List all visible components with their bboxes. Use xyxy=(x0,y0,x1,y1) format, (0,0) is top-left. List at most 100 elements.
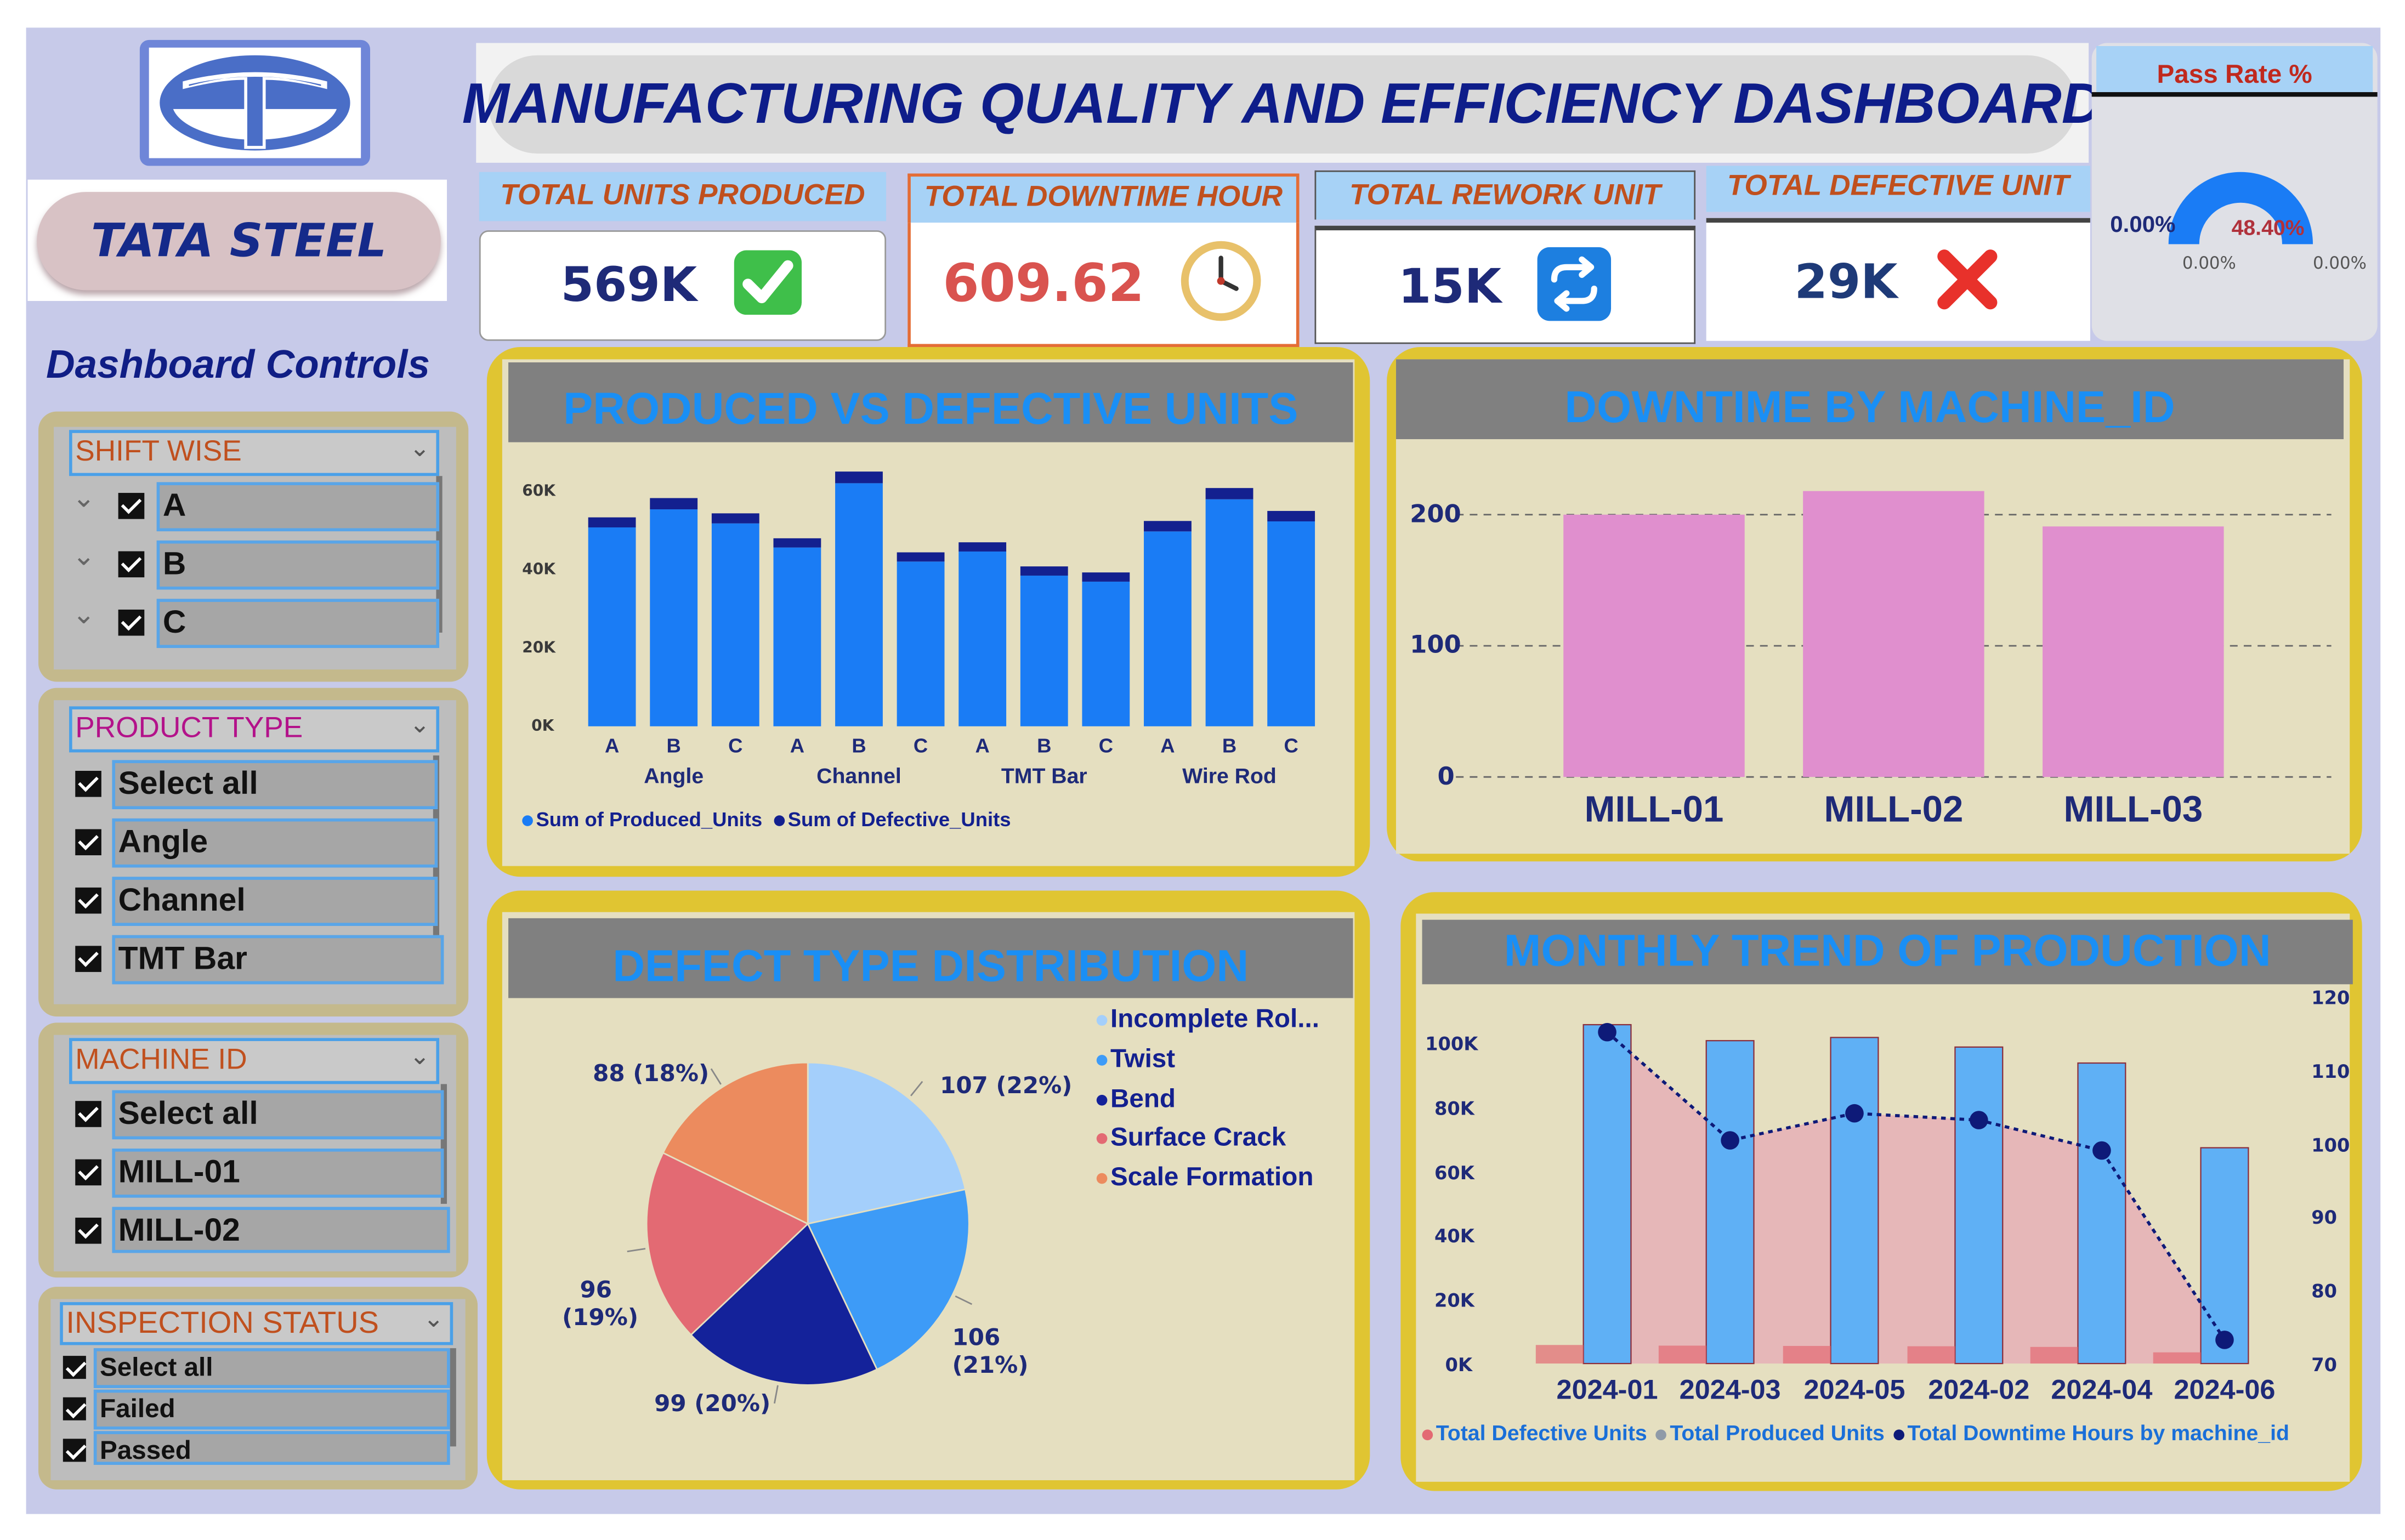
kpi-downtime-card[interactable]: 609.62 xyxy=(907,223,1300,347)
defective-bar xyxy=(711,513,759,524)
checkbox-inspection-all[interactable] xyxy=(63,1356,86,1379)
defective-bar xyxy=(1535,1345,1584,1364)
kpi-units-card[interactable]: 569K xyxy=(479,230,887,341)
inspection-scrollbar[interactable] xyxy=(450,1348,456,1447)
controls-title: Dashboard Controls xyxy=(46,340,430,387)
product-option-channel[interactable]: Channel xyxy=(112,877,438,926)
legend: Total Defective Units Total Produced Uni… xyxy=(1422,1420,2289,1445)
y-left-tick: 40K xyxy=(1434,1225,1474,1247)
product-slicer-header[interactable]: PRODUCT TYPE ⌄ xyxy=(69,706,440,753)
kpi-units-value: 569K xyxy=(560,258,697,314)
y-tick: 0 xyxy=(1437,762,1455,791)
kpi-defective-card[interactable]: 29K xyxy=(1706,218,2090,341)
checkbox-product-angle[interactable] xyxy=(75,829,101,856)
legend-label: Incomplete Rol... xyxy=(1110,1004,1319,1033)
checkbox-machine-mill01[interactable] xyxy=(75,1159,101,1186)
produced-bar xyxy=(1082,581,1130,726)
machine-slicer-header[interactable]: MACHINE ID ⌄ xyxy=(69,1038,440,1084)
y-right-tick: 90 xyxy=(2311,1207,2337,1229)
downtime-bar xyxy=(2043,526,2224,777)
leader-line xyxy=(955,1295,973,1305)
shift-option-a[interactable]: A xyxy=(156,482,440,532)
x-group-label: TMT Bar xyxy=(1001,764,1087,788)
defective-bar xyxy=(897,552,945,562)
x-tick: C xyxy=(1099,734,1113,757)
x-tick: C xyxy=(914,734,928,757)
inspection-option-select-all[interactable]: Select all xyxy=(93,1348,450,1388)
inspection-option-failed[interactable]: Failed xyxy=(93,1389,450,1430)
legend-item: Twist xyxy=(1096,1044,1175,1075)
checkbox-product-tmt[interactable] xyxy=(75,946,101,972)
downtime-point xyxy=(2092,1141,2111,1160)
chevron-down-icon[interactable]: ⌄ xyxy=(72,482,95,514)
gauge-target-label: 0.00% xyxy=(2110,212,2176,238)
gauge-min-label: 0.00% xyxy=(2182,253,2236,274)
pie-data-label: 99 (20%) xyxy=(654,1389,771,1418)
shift-option-b[interactable]: B xyxy=(156,540,440,590)
machine-option-mill-02[interactable]: MILL-02 xyxy=(112,1207,450,1253)
product-option-tmt-bar[interactable]: TMT Bar xyxy=(112,935,444,985)
checkbox-product-all[interactable] xyxy=(75,771,101,797)
x-tick: A xyxy=(1160,734,1175,757)
defective-bar xyxy=(2153,1352,2201,1364)
defective-bar xyxy=(650,498,698,510)
checkbox-inspection-passed[interactable] xyxy=(63,1439,86,1462)
legend-dot xyxy=(1096,1173,1108,1184)
brand-box: TATA STEEL xyxy=(27,179,447,301)
x-tick: B xyxy=(667,734,681,757)
page-title: MANUFACTURING QUALITY AND EFFICIENCY DAS… xyxy=(462,72,2103,135)
inspection-slicer-header[interactable]: INSPECTION STATUS ⌄ xyxy=(60,1302,453,1345)
machine-option-mill-01[interactable]: MILL-01 xyxy=(112,1148,444,1198)
checkbox-machine-mill02[interactable] xyxy=(75,1218,101,1244)
legend-dot xyxy=(1422,1429,1433,1440)
produced-bar xyxy=(711,523,759,726)
chevron-down-icon[interactable]: ⌄ xyxy=(410,1038,430,1078)
checkbox-shift-b[interactable] xyxy=(118,551,145,578)
checkbox-shift-c[interactable] xyxy=(118,609,145,636)
cross-mark-icon xyxy=(1931,243,2002,320)
x-tick: 2024-03 xyxy=(1680,1374,1781,1405)
y-left-tick: 60K xyxy=(1434,1162,1474,1184)
inspection-slicer: INSPECTION STATUS ⌄ Select all Failed Pa… xyxy=(38,1287,478,1490)
checkbox-inspection-failed[interactable] xyxy=(63,1397,86,1420)
x-tick: C xyxy=(1284,734,1298,757)
x-tick: 2024-06 xyxy=(2174,1374,2275,1405)
inspection-option-passed[interactable]: Passed xyxy=(93,1431,450,1465)
checkbox-machine-all[interactable] xyxy=(75,1101,101,1127)
product-slicer-label: PRODUCT TYPE xyxy=(75,712,303,745)
chevron-down-icon[interactable]: ⌄ xyxy=(72,599,95,631)
clock-icon xyxy=(1178,237,1264,329)
chevron-down-icon[interactable]: ⌄ xyxy=(423,1302,444,1339)
leader-line xyxy=(710,1068,722,1085)
produced-bar xyxy=(773,547,821,726)
defective-bar xyxy=(1658,1345,1706,1364)
brand-name: TATA STEEL xyxy=(90,214,387,268)
machine-option-select-all[interactable]: Select all xyxy=(112,1090,444,1140)
shift-slicer-header[interactable]: SHIFT WISE ⌄ xyxy=(69,430,440,476)
chevron-down-icon[interactable]: ⌄ xyxy=(410,706,430,746)
produced-bar xyxy=(958,551,1007,726)
x-tick: 2024-04 xyxy=(2051,1374,2152,1405)
gauge-max-label: 0.00% xyxy=(2313,253,2367,274)
kpi-rework-card[interactable]: 15K xyxy=(1314,225,1696,344)
defective-bar xyxy=(2030,1346,2078,1364)
y-right-tick: 110 xyxy=(2311,1061,2350,1083)
produced-bar xyxy=(1582,1024,1632,1365)
checkbox-product-channel[interactable] xyxy=(75,887,101,914)
x-group-label: Wire Rod xyxy=(1182,764,1277,788)
chevron-down-icon[interactable]: ⌄ xyxy=(72,541,95,573)
repeat-icon xyxy=(1535,245,1612,328)
y-tick: 0K xyxy=(531,718,554,736)
downtime-point xyxy=(1970,1111,1988,1129)
chevron-down-icon[interactable]: ⌄ xyxy=(410,430,430,470)
legend-dot xyxy=(1096,1055,1108,1066)
product-option-angle[interactable]: Angle xyxy=(112,818,438,868)
product-option-select-all[interactable]: Select all xyxy=(112,760,438,810)
downtime-chart: MILL-01 MILL-02 MILL-03 xyxy=(1456,491,2332,829)
shift-option-c[interactable]: C xyxy=(156,599,440,648)
defective-bar xyxy=(1082,572,1130,582)
produced-bar xyxy=(1954,1046,2004,1365)
checkbox-shift-a[interactable] xyxy=(118,493,145,519)
downtime-bar xyxy=(1563,514,1745,777)
produced-bar xyxy=(1267,521,1315,726)
